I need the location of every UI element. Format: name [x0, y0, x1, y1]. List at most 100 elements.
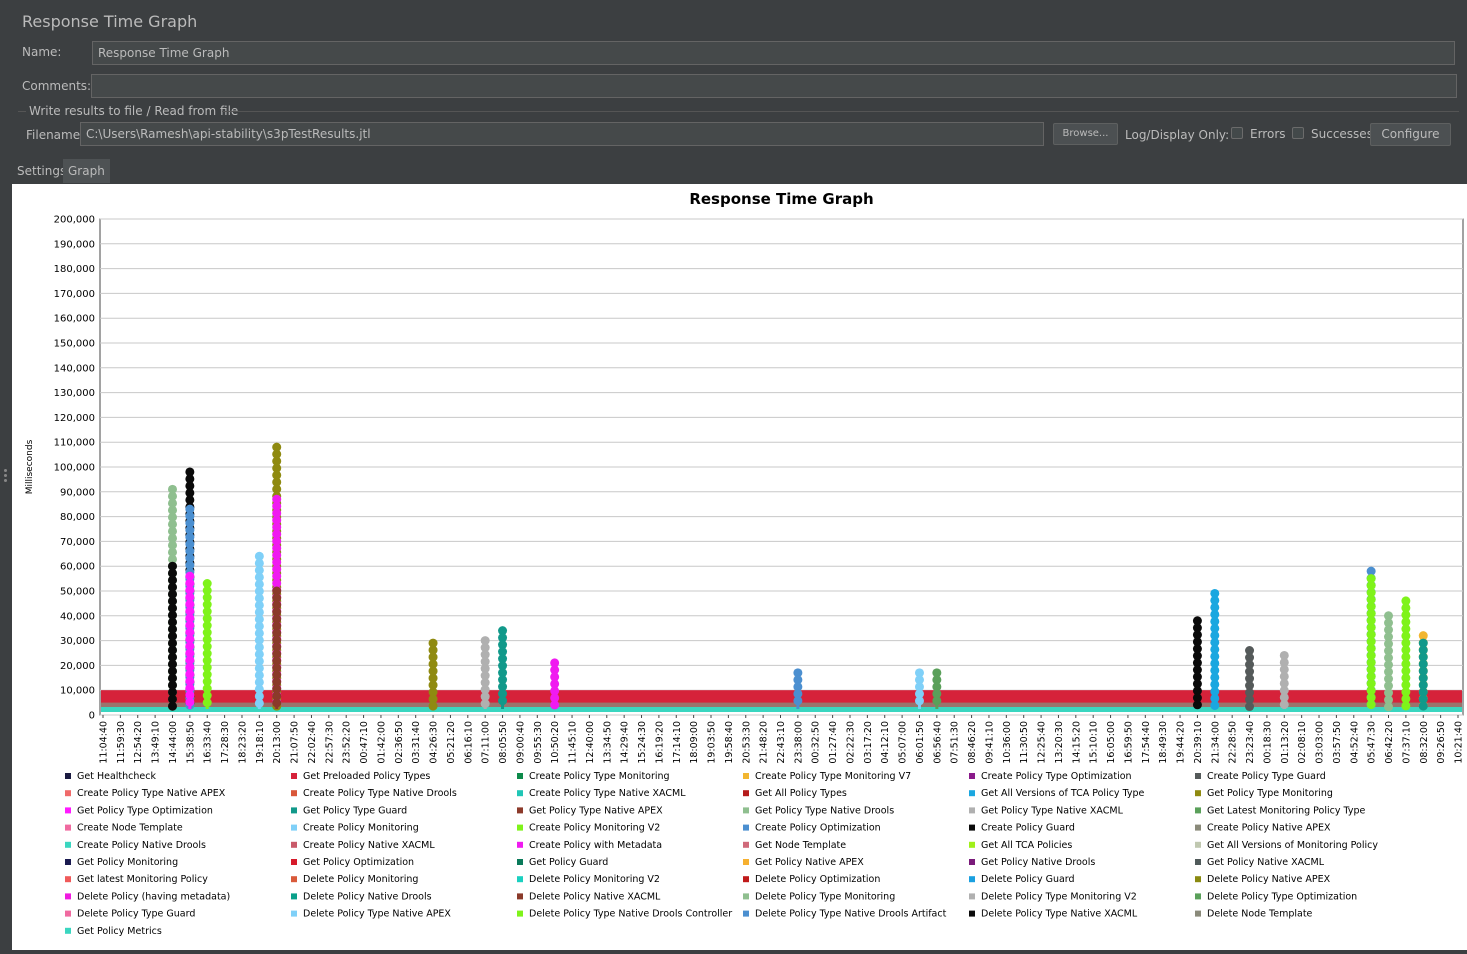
x-tick-label: 04:26:30	[429, 721, 440, 764]
comments-input[interactable]	[91, 74, 1457, 98]
legend-entry: Get Policy Monitoring	[77, 857, 178, 868]
legend-swatch	[743, 773, 749, 779]
legend-swatch	[743, 859, 749, 865]
legend-swatch	[969, 790, 975, 797]
legend-swatch	[743, 893, 749, 900]
data-point	[202, 698, 212, 708]
y-tick-label: 40,000	[60, 611, 95, 622]
legend-swatch	[1195, 893, 1201, 900]
x-tick-label: 15:10:10	[1089, 721, 1100, 764]
legend-swatch	[969, 859, 975, 865]
data-point	[1366, 700, 1376, 710]
splitter-grip-dot	[4, 479, 7, 482]
legend-swatch	[517, 893, 523, 900]
x-tick-label: 07:37:10	[1401, 721, 1412, 764]
file-group-label: Write results to file / Read from file	[29, 104, 239, 118]
y-tick-label: 30,000	[60, 636, 95, 647]
x-tick-label: 08:46:20	[967, 721, 978, 764]
left-splitter[interactable]	[0, 184, 12, 950]
y-tick-label: 110,000	[54, 438, 95, 449]
legend-swatch	[969, 807, 975, 814]
x-tick-label: 06:16:10	[463, 721, 474, 764]
legend-swatch	[517, 790, 523, 797]
legend-entry: Delete Policy Type Monitoring	[755, 891, 895, 902]
legend-entry: Create Policy Native APEX	[1207, 823, 1331, 834]
legend-entry: Create Policy Type Native XACML	[529, 788, 686, 799]
x-tick-label: 17:28:30	[220, 721, 231, 764]
legend-swatch	[743, 824, 749, 831]
legend-entry: Get All TCA Policies	[981, 840, 1072, 851]
x-tick-label: 09:41:10	[984, 721, 995, 764]
data-point	[1245, 702, 1255, 712]
x-tick-label: 21:48:20	[759, 721, 770, 764]
x-tick-label: 06:56:40	[932, 721, 943, 764]
x-tick-label: 20:13:00	[272, 721, 283, 764]
legend-entry: Get Policy Type Monitoring	[1207, 788, 1333, 799]
legend-entry: Get Policy Type Native XACML	[981, 805, 1124, 816]
legend-swatch	[291, 824, 297, 831]
x-tick-label: 07:51:30	[950, 721, 961, 764]
chart-title: Response Time Graph	[689, 190, 873, 208]
legend-entry: Get All Versions of Monitoring Policy	[1207, 840, 1378, 851]
name-input[interactable]: Response Time Graph	[92, 41, 1455, 65]
log-display-label: Log/Display Only:	[1125, 128, 1230, 142]
legend-swatch	[517, 876, 523, 883]
data-point	[254, 698, 264, 708]
x-tick-label: 09:00:40	[515, 721, 526, 764]
x-tick-label: 11:45:10	[568, 721, 579, 764]
legend-swatch	[291, 841, 297, 848]
x-tick-label: 09:26:50	[1436, 721, 1447, 764]
response-time-chart: Response Time Graph 0 10,000 20,000 30,000 40…	[25, 190, 1465, 937]
browse-button[interactable]: Browse...	[1053, 123, 1118, 145]
legend-swatch	[517, 807, 523, 814]
x-tick-label: 05:21:20	[446, 721, 457, 764]
x-tick-label: 18:23:20	[237, 721, 248, 764]
legend-swatch	[65, 807, 71, 814]
filename-input[interactable]: C:\Users\Ramesh\api-stability\s3pTestRes…	[80, 122, 1044, 146]
legend-swatch	[517, 773, 523, 779]
legend-entry: Get Policy Native XACML	[1207, 857, 1325, 868]
x-tick-label: 18:09:00	[689, 721, 700, 764]
x-tick-label: 10:50:20	[550, 721, 561, 764]
legend-swatch	[1195, 824, 1201, 831]
x-tick-label: 00:47:10	[359, 721, 370, 764]
y-tick-label: 0	[89, 711, 95, 722]
x-tick-label: 19:58:40	[724, 721, 735, 764]
legend-swatch	[65, 893, 71, 900]
legend-swatch	[65, 876, 71, 883]
legend-entry: Get latest Monitoring Policy	[77, 874, 208, 885]
x-tick-label: 10:36:00	[1002, 721, 1013, 764]
x-tick-label: 02:36:50	[394, 721, 405, 764]
y-tick-label: 190,000	[54, 239, 95, 250]
data-point	[1192, 700, 1202, 710]
y-tick-label: 140,000	[54, 363, 95, 374]
legend-entry: Get Healthcheck	[77, 771, 156, 782]
legend-entry: Delete Policy Type Guard	[77, 909, 195, 920]
x-tick-label: 19:18:10	[255, 721, 266, 764]
x-tick-label: 20:39:10	[1193, 721, 1204, 764]
legend-entry: Create Policy Monitoring V2	[529, 823, 660, 834]
baseline-metrics-series	[101, 707, 1462, 712]
legend-swatch	[291, 910, 297, 917]
errors-checkbox[interactable]	[1231, 127, 1243, 139]
legend-entry: Get Policy Type Native Drools	[755, 805, 894, 816]
legend-swatch	[65, 773, 71, 779]
tab-graph[interactable]: Graph	[63, 159, 110, 183]
legend-entry: Delete Policy Monitoring V2	[529, 874, 660, 885]
legend-swatch	[65, 910, 71, 917]
x-tick-label: 11:59:30	[116, 721, 127, 764]
legend-swatch	[291, 859, 297, 865]
x-tick-label: 14:29:40	[620, 721, 631, 764]
x-tick-label: 00:18:30	[1262, 721, 1273, 764]
configure-button[interactable]: Configure	[1370, 123, 1451, 146]
legend-swatch	[65, 859, 71, 865]
legend-swatch	[743, 841, 749, 848]
y-tick-label: 10,000	[60, 686, 95, 697]
legend-swatch	[1195, 773, 1201, 779]
x-tick-label: 22:57:30	[324, 721, 335, 764]
legend-entry: Create Policy Type Guard	[1207, 771, 1326, 782]
legend-swatch	[743, 790, 749, 797]
legend-swatch	[65, 841, 71, 848]
x-tick-label: 09:55:30	[533, 721, 544, 764]
successes-checkbox[interactable]	[1292, 127, 1304, 139]
